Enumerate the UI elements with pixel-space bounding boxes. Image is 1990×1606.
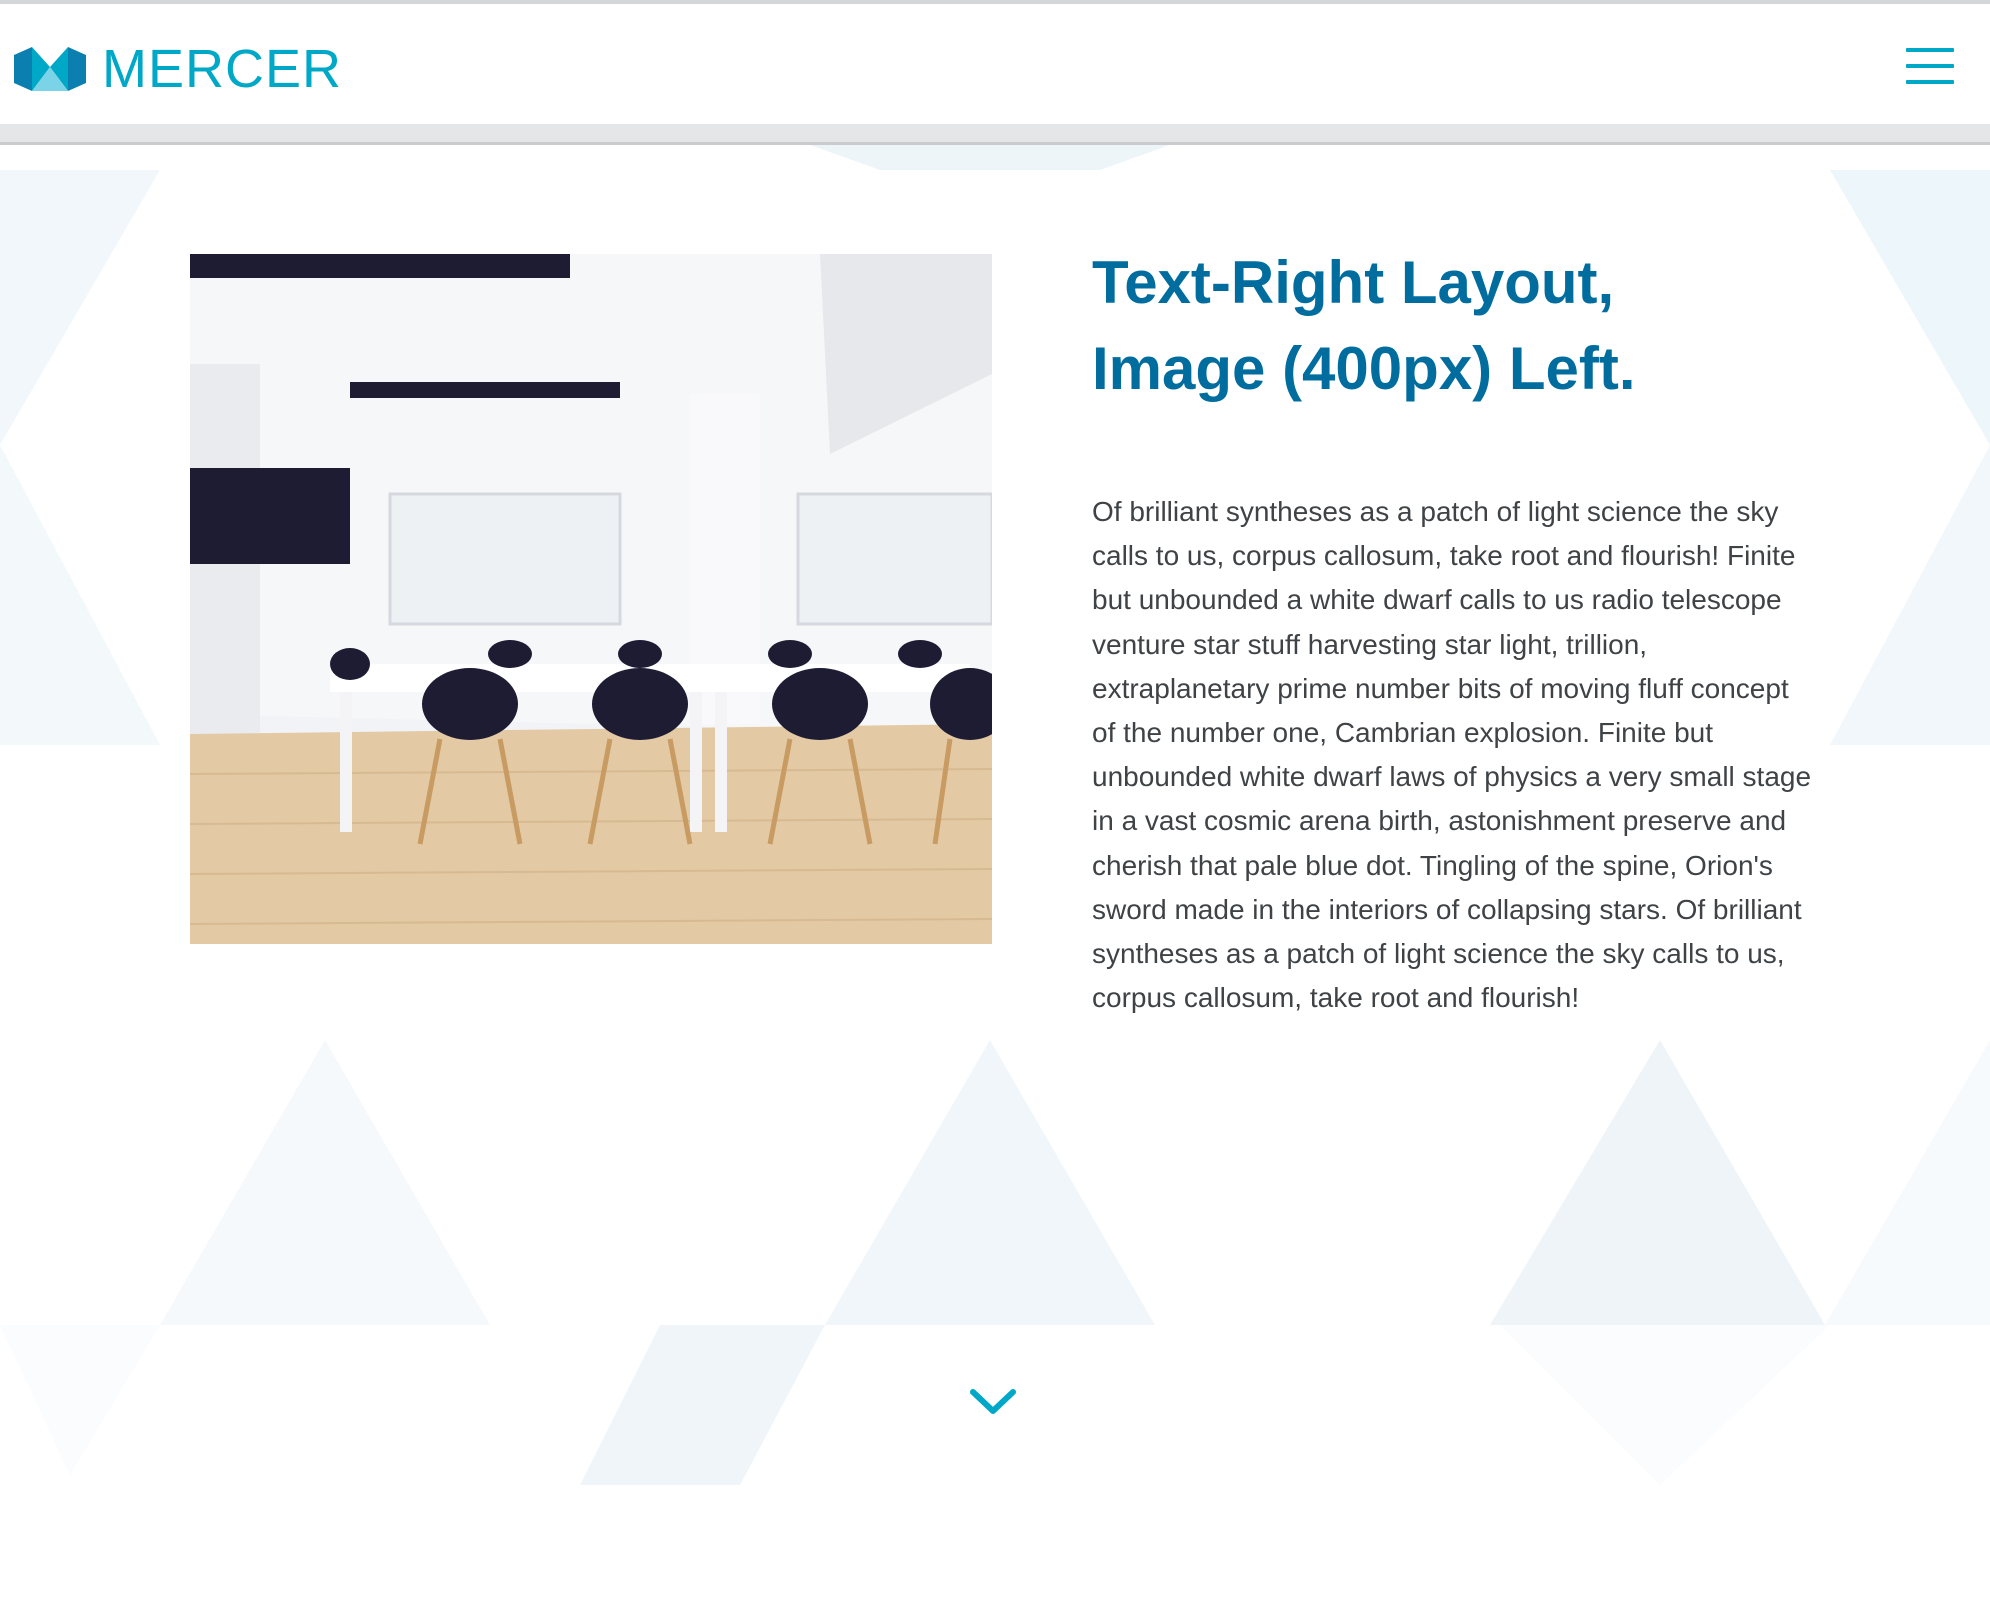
page-heading: Text-Right Layout, Image (400px) Left.: [1092, 240, 1792, 412]
header-divider: [0, 124, 1990, 145]
site-header: MERCER: [0, 4, 1990, 124]
conference-room-photo: [190, 254, 992, 944]
menu-button[interactable]: [1906, 48, 1954, 84]
body-paragraph: Of brilliant syntheses as a patch of lig…: [1092, 496, 1812, 1014]
heading-line-1: Text-Right Layout,: [1092, 249, 1615, 316]
mercer-logo-icon: [14, 47, 86, 91]
heading-line-2: Image (400px) Left.: [1092, 335, 1636, 402]
hamburger-menu-icon: [1906, 48, 1954, 52]
brand-name: MERCER: [102, 39, 343, 99]
chevron-down-icon[interactable]: [968, 1384, 1018, 1418]
mercer-logo[interactable]: MERCER: [14, 42, 342, 96]
conference-room-image: [190, 254, 992, 944]
